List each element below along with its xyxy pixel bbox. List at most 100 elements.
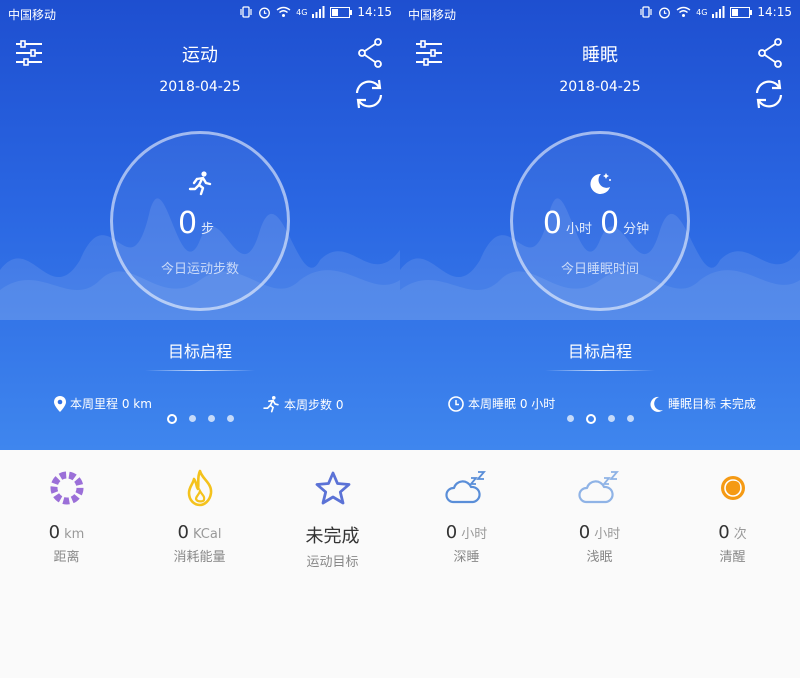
page-title: 睡眠 [582, 45, 618, 66]
sleep-minutes: 0 [600, 206, 620, 241]
alarm-icon [259, 7, 271, 18]
vibrate-icon [240, 6, 252, 18]
status-time: 14:15 [757, 5, 792, 19]
page-dot[interactable] [566, 415, 574, 422]
ring-label: 今日运动步数 [160, 262, 239, 277]
location-pin-icon [54, 395, 66, 412]
light-sleep-value: 0 [578, 522, 591, 543]
status-bar: 中国移动 4G 14:15 [400, 0, 800, 28]
awake-label: 清醒 [719, 550, 746, 565]
date-label: 2018-04-25 [559, 79, 641, 95]
status-time: 14:15 [357, 5, 392, 19]
energy-label: 消耗能量 [173, 550, 226, 565]
stat-distance[interactable]: 0 km 距离 [0, 468, 133, 565]
distance-label: 距离 [53, 550, 80, 565]
step-ring: 0 步 今日运动步数 [110, 131, 290, 311]
moon-icon [650, 396, 663, 412]
page-dot[interactable] [226, 415, 234, 422]
date-label: 2018-04-25 [159, 79, 241, 95]
page-dot[interactable] [188, 415, 196, 422]
weekly-sleep-text: 本周睡眠 0 小时 [468, 397, 556, 411]
distance-ring-icon [50, 471, 83, 505]
sleep-goal: 睡眠目标 未完成 [650, 395, 756, 412]
running-person-icon [263, 395, 279, 413]
light-sleep-unit: 小时 [594, 527, 621, 542]
battery-icon [330, 6, 353, 18]
goal-button[interactable]: 目标启程 [0, 338, 400, 362]
sleep-hours: 0 [542, 206, 562, 241]
status-bar: 中国移动 4G 14:15 [0, 0, 400, 28]
sleep-ring: 0 小时 0 分钟 今日睡眠时间 [510, 131, 690, 311]
status-icons: 4G 14:15 [639, 5, 792, 19]
step-count: 0 [177, 206, 198, 241]
carrier-name: 中国移动 [8, 8, 57, 22]
page-dot[interactable] [207, 415, 215, 422]
goal-status: 未完成 [305, 526, 360, 547]
sleep-hours-unit: 小时 [565, 222, 592, 237]
page-dot-active[interactable] [166, 414, 177, 424]
page-dot[interactable] [626, 415, 634, 422]
goal-underline [145, 370, 255, 371]
sleep-minutes-unit: 分钟 [623, 222, 650, 237]
light-sleep-label: 浅眠 [586, 550, 613, 565]
clock-icon [448, 395, 464, 412]
awake-unit: 次 [733, 527, 747, 542]
weekly-sleep: 本周睡眠 0 小时 [448, 395, 555, 412]
stat-awake[interactable]: 0 次 清醒 [666, 468, 799, 565]
sync-icon[interactable] [352, 78, 386, 110]
sync-icon[interactable] [752, 78, 786, 110]
ring-label: 今日睡眠时间 [560, 262, 639, 277]
awake-circle-icon [720, 476, 745, 500]
share-icon[interactable] [356, 38, 384, 68]
step-unit: 步 [201, 222, 215, 237]
running-person-icon [188, 171, 212, 196]
page-dot-active[interactable] [585, 414, 596, 424]
page-indicator [0, 414, 400, 424]
page-indicator [400, 414, 800, 424]
goal-label: 运动目标 [306, 555, 359, 570]
deep-sleep-label: 深睡 [453, 550, 480, 565]
page-dot[interactable] [607, 415, 615, 422]
stats-panel: 0 小时 深睡 0 小时 浅眠 0 次 清醒 [400, 450, 800, 678]
signal-icon [712, 6, 725, 18]
star-icon [315, 471, 350, 505]
stat-energy[interactable]: 0 KCal 消耗能量 [133, 468, 266, 565]
wifi-icon [676, 6, 691, 17]
carrier-name: 中国移动 [408, 8, 457, 22]
status-icons: 4G 14:15 [239, 5, 392, 19]
alarm-icon [659, 7, 671, 18]
sleep-screen: 中国移动 4G 14:15 睡眠 2018-04-25 0 小时 0 分钟 今日… [400, 0, 800, 678]
hero-panel: 中国移动 4G 14:15 睡眠 2018-04-25 0 小时 0 分钟 今日… [400, 0, 800, 450]
energy-value: 0 [177, 522, 189, 543]
hero-panel: 中国移动 4G 14:15 运动 2018-04-25 0 步 今日运动步数 目… [0, 0, 400, 450]
stats-panel: 0 km 距离 0 KCal 消耗能量 未完成 运动目标 [0, 450, 400, 678]
awake-value: 0 [718, 522, 730, 543]
flame-icon [187, 469, 212, 507]
deep-sleep-cloud-icon [444, 471, 486, 504]
network-type: 4G [296, 7, 308, 17]
stat-goal[interactable]: 未完成 运动目标 [266, 468, 399, 570]
energy-unit: KCal [192, 527, 222, 542]
distance-unit: km [64, 527, 85, 542]
battery-icon [730, 6, 753, 18]
distance-value: 0 [48, 522, 61, 543]
light-sleep-cloud-icon [577, 471, 619, 504]
goal-button[interactable]: 目标启程 [400, 338, 800, 362]
sleep-goal-text: 睡眠目标 未完成 [668, 397, 756, 411]
weekly-distance-text: 本周里程 0 km [70, 397, 152, 411]
moon-stars-icon [590, 173, 611, 194]
weekly-steps-text: 本周步数 0 [284, 397, 344, 412]
wifi-icon [276, 6, 291, 17]
weekly-steps: 本周步数 0 [262, 395, 343, 413]
signal-icon [312, 6, 325, 18]
share-icon[interactable] [756, 38, 784, 68]
deep-sleep-value: 0 [445, 522, 458, 543]
vibrate-icon [640, 6, 652, 18]
deep-sleep-unit: 小时 [461, 527, 488, 542]
app-root: 中国移动 4G 14:15 运动 2018-04-25 0 步 今日运动步数 目… [0, 0, 800, 678]
stat-deep-sleep[interactable]: 0 小时 深睡 [400, 468, 533, 565]
weekly-distance: 本周里程 0 km [54, 395, 152, 412]
goal-underline [545, 370, 655, 371]
stat-light-sleep[interactable]: 0 小时 浅眠 [533, 468, 666, 565]
sport-screen: 中国移动 4G 14:15 运动 2018-04-25 0 步 今日运动步数 目… [0, 0, 400, 678]
